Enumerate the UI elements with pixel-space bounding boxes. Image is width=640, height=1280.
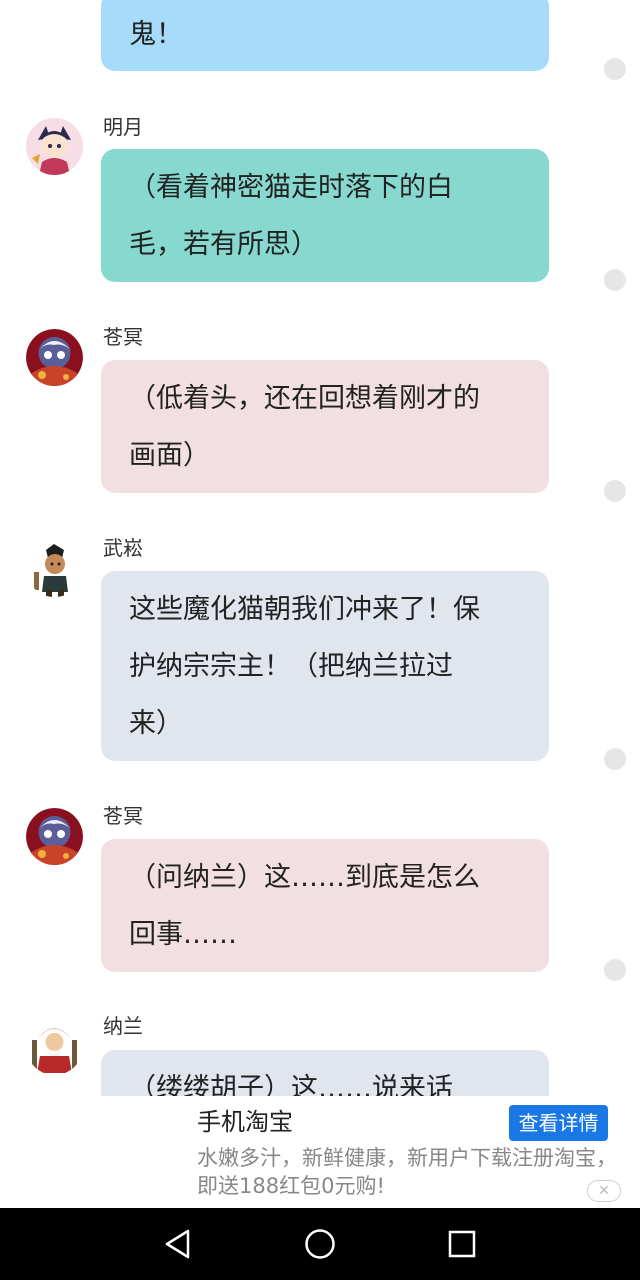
message-status-dot <box>604 480 626 502</box>
message-status-dot <box>604 58 626 80</box>
sender-name: 明月 <box>103 115 143 139</box>
sender-name: 苍冥 <box>103 325 143 349</box>
sender-name: 武崧 <box>103 536 143 560</box>
message-status-dot <box>604 748 626 770</box>
message-bubble: （问纳兰）这……到底是怎么 回事…… <box>101 839 549 972</box>
message-bubble: 鬼！ <box>101 0 549 71</box>
avatar[interactable] <box>26 329 83 386</box>
message-status-dot <box>604 959 626 981</box>
chat-area: 鬼！ 明月 （看着神密猫走时落下的白 毛，若有所思） 苍冥 （低着头，还在回想着… <box>0 0 640 1096</box>
ad-title: 手机淘宝 <box>197 1108 293 1136</box>
message-status-dot <box>604 269 626 291</box>
home-icon[interactable] <box>302 1226 338 1262</box>
avatar[interactable] <box>26 1018 83 1075</box>
message-bubble: （低着头，还在回想着刚才的 画面） <box>101 360 549 493</box>
view-details-button[interactable]: 查看详情 <box>509 1105 608 1141</box>
ad-description: 水嫩多汁，新鲜健康，新用户下载注册淘宝，即送188红包0元购! <box>197 1146 617 1198</box>
back-icon[interactable] <box>160 1226 196 1262</box>
sender-name: 苍冥 <box>103 804 143 828</box>
message-bubble: （缕缕胡子）这……说来话 <box>101 1050 549 1096</box>
sender-name: 纳兰 <box>103 1014 143 1038</box>
close-icon[interactable]: ✕ <box>587 1180 621 1202</box>
ad-banner[interactable]: 手机淘宝 查看详情 水嫩多汁，新鲜健康，新用户下载注册淘宝，即送188红包0元购… <box>0 1096 640 1208</box>
message-bubble: 这些魔化猫朝我们冲来了！保 护纳宗宗主！（把纳兰拉过 来） <box>101 571 549 761</box>
avatar[interactable] <box>26 540 83 597</box>
navigation-bar <box>0 1208 640 1280</box>
avatar[interactable] <box>26 808 83 865</box>
recents-icon[interactable] <box>444 1226 480 1262</box>
avatar[interactable] <box>26 118 83 175</box>
message-bubble: （看着神密猫走时落下的白 毛，若有所思） <box>101 149 549 282</box>
